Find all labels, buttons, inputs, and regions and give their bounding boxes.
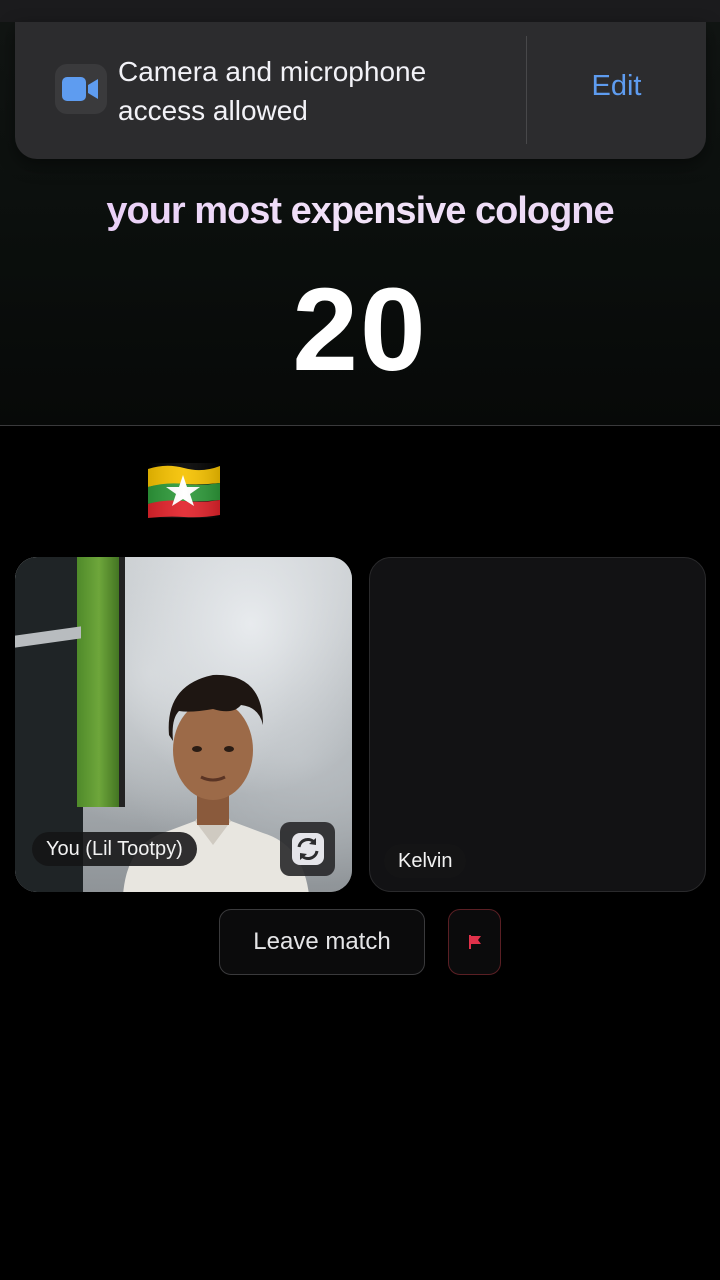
self-name-tag: You (Lil Tootpy) <box>32 832 197 866</box>
question-prompt: your most expensive cologne <box>0 190 720 233</box>
countdown-timer: 20 <box>292 264 428 396</box>
myanmar-flag-icon <box>148 463 220 518</box>
permission-toast: Camera and microphone access allowed Edi… <box>15 22 706 159</box>
permission-message: Camera and microphone access allowed <box>118 56 427 126</box>
camera-flip-button[interactable] <box>280 822 335 876</box>
camera-flip-icon <box>292 833 324 865</box>
leave-match-button[interactable]: Leave match <box>219 909 425 975</box>
peer-video-tile: Kelvin <box>369 557 706 892</box>
status-bar <box>0 0 720 22</box>
self-video-tile: You (Lil Tootpy) <box>15 557 352 892</box>
report-button[interactable] <box>448 909 501 975</box>
red-flag-icon <box>469 935 481 949</box>
video-camera-icon <box>55 64 107 114</box>
peer-name-tag: Kelvin <box>384 844 467 878</box>
panel-divider <box>0 425 720 426</box>
edit-permissions-button[interactable]: Edit <box>527 70 706 103</box>
